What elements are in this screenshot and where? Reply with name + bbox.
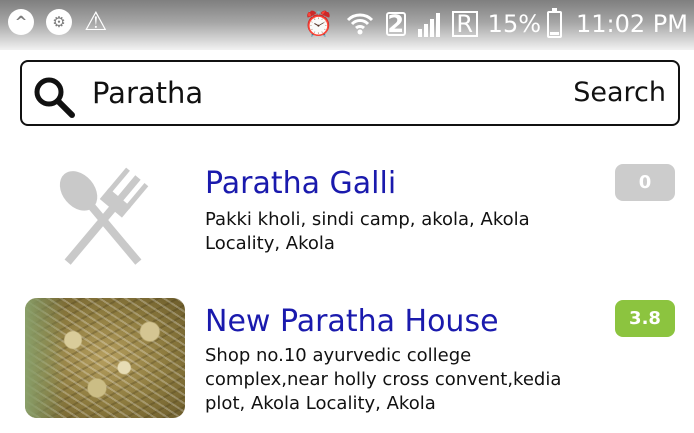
status-clock: 11:02 PM [576,10,688,38]
search-button[interactable]: Search [573,72,666,114]
sim-icon: 2 [385,10,406,38]
roaming-icon: R [451,11,478,37]
battery-percent: 15% [487,10,542,38]
restaurant-address: Pakki kholi, sindi camp, akola, Akola Lo… [205,209,530,254]
settings-notification-icon: ⚙ [46,9,72,35]
rating-badge: 3.8 [615,300,675,337]
restaurant-placeholder-icon [25,160,185,280]
search-bar: Search [20,60,680,126]
search-input[interactable] [92,70,522,116]
list-item[interactable]: New Paratha House Shop no.10 ayurvedic c… [0,298,694,418]
status-bar: ^ ⚙ ⚠ ⏰ 2 R 15% 11:02 PM [0,0,694,50]
restaurant-address: Shop no.10 ayurvedic college complex,nea… [205,345,562,414]
alarm-icon: ⏰ [303,10,334,38]
food-photo [25,298,185,418]
rating-badge: 0 [615,164,675,201]
battery-icon [547,7,563,38]
restaurant-name[interactable]: New Paratha House [205,304,499,339]
restaurant-name[interactable]: Paratha Galli [205,166,396,201]
signal-icon [417,11,440,37]
list-item[interactable]: Paratha Galli Pakki kholi, sindi camp, a… [0,160,694,280]
warning-icon: ⚠ [84,7,108,37]
app-circle-icon: ^ [8,9,34,35]
search-icon[interactable] [32,75,76,119]
wifi-icon [346,12,374,36]
